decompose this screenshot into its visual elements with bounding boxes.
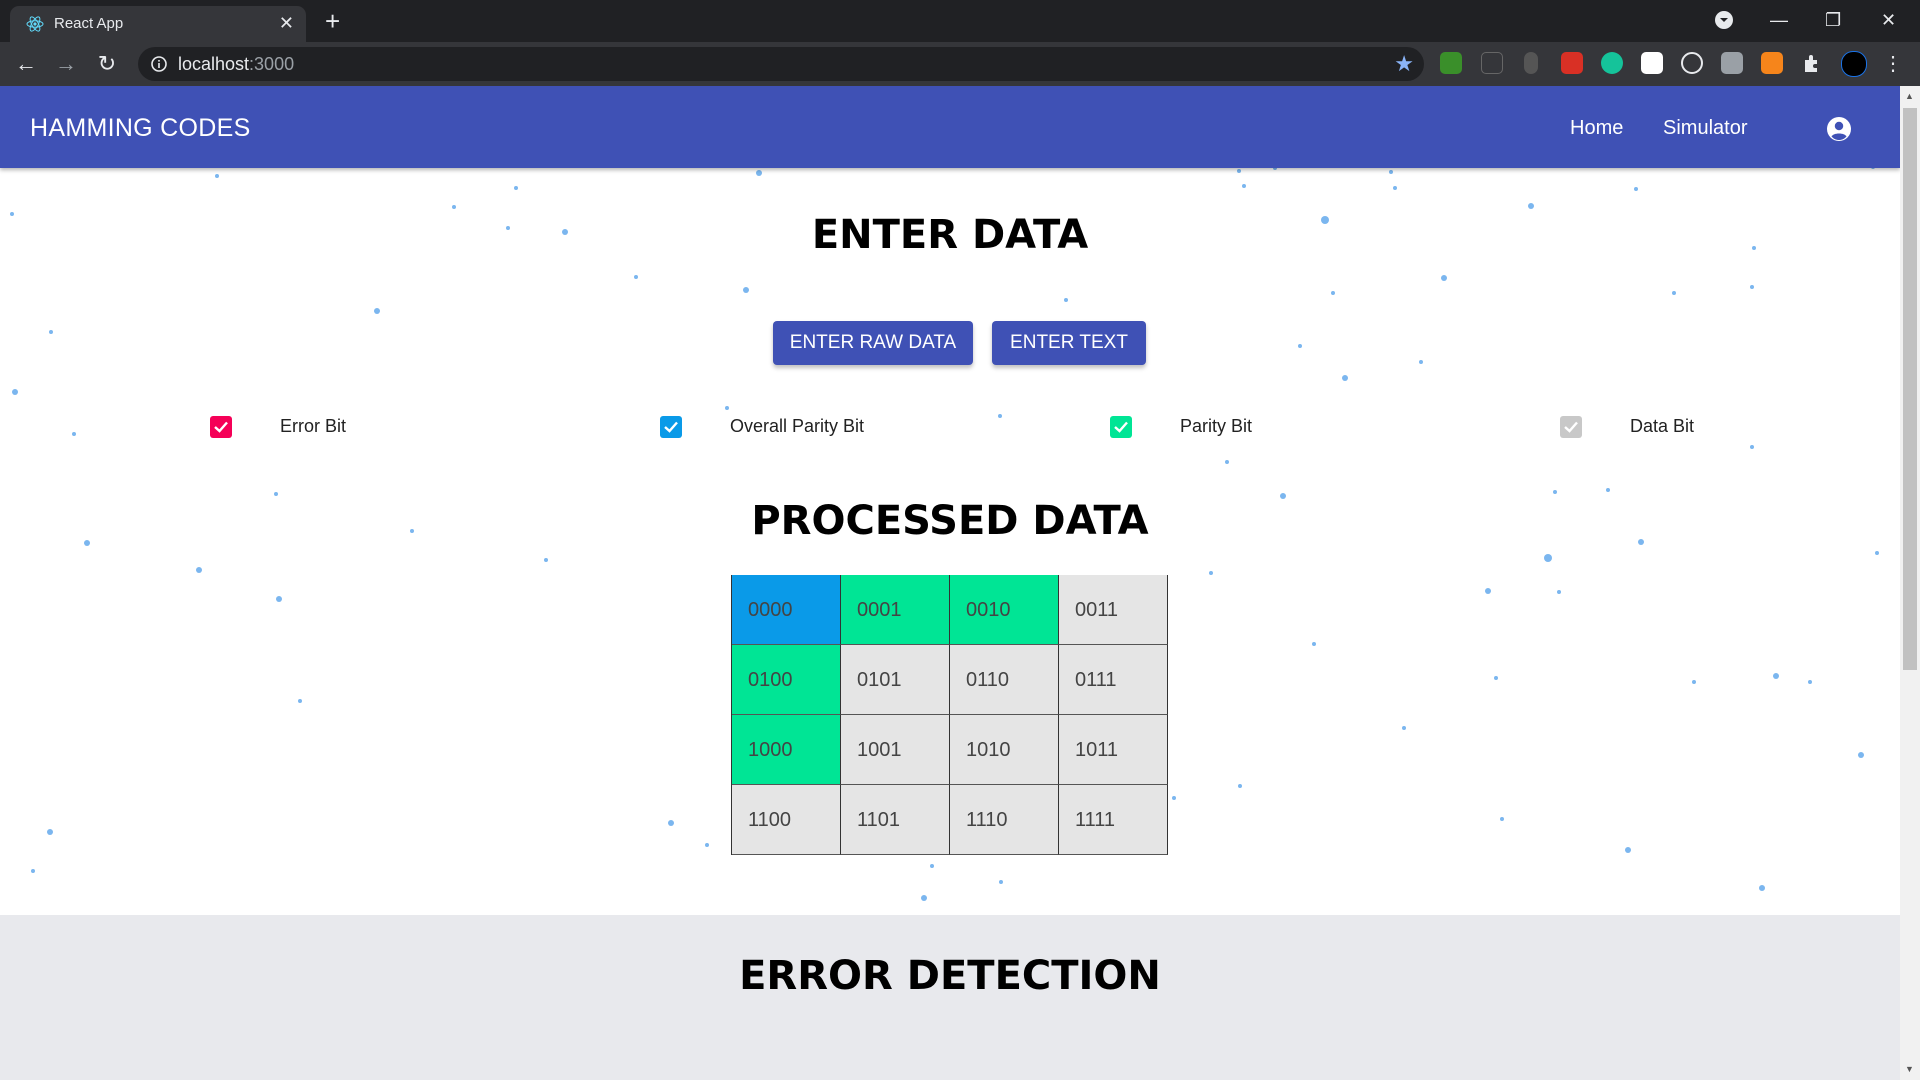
- enter-text-button[interactable]: ENTER TEXT: [992, 321, 1146, 365]
- browser-tab-bar: React App ✕ + — ❐ ✕: [0, 0, 1920, 42]
- reload-icon[interactable]: ↻: [93, 50, 121, 78]
- bit-cell[interactable]: 0011: [1059, 575, 1168, 645]
- enter-data-heading: ENTER DATA: [811, 212, 1089, 258]
- minimize-button[interactable]: —: [1770, 6, 1788, 34]
- nav-simulator-link[interactable]: Simulator: [1663, 117, 1747, 140]
- extension-tree-icon[interactable]: [1440, 52, 1462, 74]
- account-circle-icon[interactable]: [1826, 116, 1852, 142]
- bit-cell[interactable]: 0000: [732, 575, 841, 645]
- parity-bit-label: Parity Bit: [1180, 416, 1253, 436]
- data-bit-label: Data Bit: [1630, 416, 1695, 436]
- extension-pin-icon[interactable]: [1524, 52, 1538, 74]
- app-bar: HAMMING CODES Home Simulator: [0, 86, 1900, 168]
- bookmark-star-icon[interactable]: ★: [1394, 51, 1414, 77]
- browser-tab[interactable]: React App ✕: [10, 6, 306, 42]
- bit-cell[interactable]: 1100: [732, 785, 841, 855]
- bit-cell[interactable]: 1110: [950, 785, 1059, 855]
- bit-cell[interactable]: 0100: [732, 645, 841, 715]
- url-port: :3000: [249, 54, 295, 74]
- enter-raw-data-button[interactable]: ENTER RAW DATA: [773, 321, 973, 365]
- bit-cell[interactable]: 0001: [841, 575, 950, 645]
- parity-bit-checkbox[interactable]: [1110, 416, 1132, 438]
- extension-grammarly-icon[interactable]: [1601, 52, 1623, 74]
- bit-cell[interactable]: 0010: [950, 575, 1059, 645]
- extension-metamask-icon[interactable]: [1761, 52, 1783, 74]
- browser-toolbar: ← → ↻ localhost:3000 ★ ⋮: [0, 42, 1920, 86]
- data-bit-checkbox[interactable]: [1560, 416, 1582, 438]
- bit-cell[interactable]: 1101: [841, 785, 950, 855]
- bit-cell[interactable]: 1001: [841, 715, 950, 785]
- window-close-button[interactable]: ✕: [1881, 6, 1896, 34]
- scroll-down-arrow-icon[interactable]: ▼: [1905, 1064, 1914, 1074]
- url-text[interactable]: localhost:3000: [178, 54, 294, 75]
- overall-parity-bit-checkbox[interactable]: [660, 416, 682, 438]
- react-favicon-icon: [26, 15, 44, 33]
- web-page: HAMMING CODES Home Simulator ENTER DATA …: [0, 86, 1900, 1080]
- tab-title: React App: [54, 15, 124, 32]
- app-brand[interactable]: HAMMING CODES: [30, 114, 251, 143]
- processed-data-heading: PROCESSED DATA: [751, 498, 1149, 544]
- nav-home-link[interactable]: Home: [1570, 117, 1623, 140]
- restore-button[interactable]: ❐: [1825, 6, 1841, 34]
- overall-parity-bit-label: Overall Parity Bit: [730, 416, 865, 436]
- site-info-icon[interactable]: [150, 55, 168, 73]
- error-bit-label: Error Bit: [280, 416, 347, 436]
- bit-cell[interactable]: 0111: [1059, 645, 1168, 715]
- bit-cell[interactable]: 1011: [1059, 715, 1168, 785]
- extension-x-icon[interactable]: [1641, 52, 1663, 74]
- back-arrow-icon[interactable]: ←: [12, 50, 40, 78]
- address-bar[interactable]: localhost:3000 ★: [138, 47, 1424, 81]
- profile-dropdown-icon[interactable]: [1714, 10, 1734, 38]
- scrollbar-thumb[interactable]: [1903, 108, 1917, 670]
- bit-cell[interactable]: 1000: [732, 715, 841, 785]
- bit-cell[interactable]: 1111: [1059, 785, 1168, 855]
- extensions-puzzle-icon[interactable]: [1801, 52, 1823, 74]
- forward-arrow-icon[interactable]: →: [52, 50, 80, 78]
- page-scrollbar[interactable]: ▲ ▼: [1900, 86, 1920, 1080]
- tab-close-icon[interactable]: ✕: [279, 13, 294, 33]
- browser-menu-icon[interactable]: ⋮: [1879, 50, 1907, 78]
- profile-avatar[interactable]: [1841, 51, 1867, 77]
- bit-cell[interactable]: 1010: [950, 715, 1059, 785]
- processed-data-grid: 0000 0001 0010 0011 0100 0101 0110 0111 1000 1001…: [731, 575, 1169, 855]
- extension-target-icon[interactable]: [1681, 52, 1703, 74]
- error-detection-section: ERROR DETECTION: [0, 915, 1900, 1080]
- bit-cell[interactable]: 0110: [950, 645, 1059, 715]
- error-bit-checkbox[interactable]: [210, 416, 232, 438]
- new-tab-button[interactable]: +: [325, 6, 340, 36]
- extension-code-icon[interactable]: [1481, 52, 1503, 74]
- extension-camera-icon[interactable]: [1721, 52, 1743, 74]
- bit-cell[interactable]: 0101: [841, 645, 950, 715]
- scroll-up-arrow-icon[interactable]: ▲: [1905, 91, 1914, 101]
- url-host: localhost: [178, 54, 250, 74]
- error-detection-heading: ERROR DETECTION: [739, 953, 1161, 999]
- extension-ublock-icon[interactable]: [1561, 52, 1583, 74]
